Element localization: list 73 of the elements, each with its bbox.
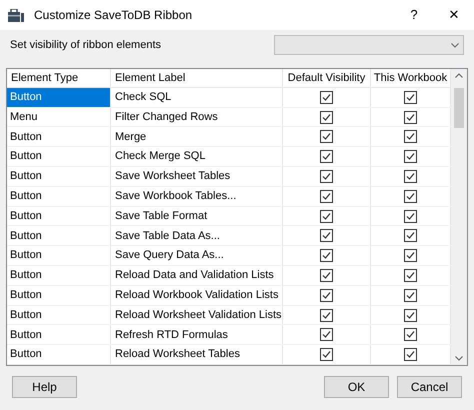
- checkbox[interactable]: [404, 249, 417, 262]
- table-cell[interactable]: Button: [7, 286, 111, 305]
- scroll-up-icon[interactable]: [455, 73, 463, 78]
- table-cell-text: Save Table Format: [115, 208, 208, 224]
- table-cell[interactable]: Button: [7, 345, 111, 364]
- checkbox[interactable]: [404, 190, 417, 203]
- help-title-button[interactable]: ?: [402, 5, 426, 25]
- chevron-down-icon: [451, 42, 459, 48]
- dialog-button[interactable]: OK: [324, 376, 389, 398]
- column-header[interactable]: Element Type: [11, 70, 78, 86]
- table-cell[interactable]: Button: [7, 88, 111, 107]
- close-button[interactable]: ✕: [434, 5, 474, 25]
- table-cell-text: Reload Data and Validation Lists: [115, 268, 274, 284]
- checkbox[interactable]: [404, 150, 417, 164]
- visibility-label: Set visibility of ribbon elements: [10, 38, 162, 53]
- checkbox[interactable]: [404, 348, 417, 362]
- table-cell-text: Save Query Data As...: [115, 248, 224, 264]
- column-header[interactable]: Element Label: [115, 70, 186, 86]
- checkbox[interactable]: [320, 210, 333, 223]
- dialog-button[interactable]: Help: [12, 376, 77, 398]
- table-cell[interactable]: Button: [7, 306, 111, 324]
- checkbox[interactable]: [320, 130, 333, 144]
- column-header[interactable]: This Workbook: [374, 70, 448, 86]
- scroll-thumb[interactable]: [454, 88, 464, 128]
- table-cell[interactable]: Button: [7, 147, 111, 166]
- table-cell[interactable]: Button: [7, 206, 111, 226]
- column-header[interactable]: Default Visibility: [288, 70, 366, 86]
- checkbox[interactable]: [320, 190, 333, 203]
- checkbox[interactable]: [320, 170, 333, 183]
- checkbox[interactable]: [320, 150, 333, 164]
- checkbox[interactable]: [404, 308, 417, 322]
- table-cell-text: Save Table Data As...: [115, 228, 220, 244]
- table-cell[interactable]: Button: [7, 167, 111, 186]
- checkbox[interactable]: [404, 110, 417, 124]
- dialog-button[interactable]: Cancel: [397, 376, 462, 398]
- checkbox[interactable]: [404, 130, 417, 144]
- table-cell-text: Filter Changed Rows: [115, 110, 218, 125]
- toolbox-icon: [8, 8, 24, 22]
- checkbox[interactable]: [320, 268, 333, 282]
- checkbox[interactable]: [404, 229, 417, 242]
- checkbox[interactable]: [320, 90, 333, 104]
- table-cell-text: Reload Worksheet Tables: [115, 347, 240, 362]
- checkbox[interactable]: [404, 288, 417, 302]
- table-cell-text: Reload Workbook Validation Lists: [115, 288, 278, 303]
- checkbox[interactable]: [320, 229, 333, 242]
- checkbox[interactable]: [320, 308, 333, 322]
- checkbox[interactable]: [320, 288, 333, 302]
- checkbox[interactable]: [404, 90, 417, 104]
- table-cell[interactable]: Button: [7, 226, 111, 246]
- table-cell-text: Save Worksheet Tables: [115, 169, 230, 184]
- window-title: Customize SaveToDB Ribbon: [34, 7, 192, 24]
- checkbox[interactable]: [404, 170, 417, 183]
- scroll-down-icon[interactable]: [455, 356, 463, 361]
- table-cell-text: Reload Worksheet Validation Lists: [115, 308, 282, 323]
- table-cell[interactable]: Button: [7, 325, 111, 344]
- checkbox[interactable]: [404, 268, 417, 282]
- checkbox[interactable]: [320, 348, 333, 362]
- checkbox[interactable]: [320, 249, 333, 262]
- table-cell[interactable]: Menu: [7, 108, 111, 126]
- table-cell-text: Save Workbook Tables...: [115, 188, 236, 204]
- table-cell-text: Refresh RTD Formulas: [115, 328, 228, 343]
- table-cell-text: Check Merge SQL: [115, 149, 206, 164]
- table-cell-text: Check SQL: [115, 90, 172, 105]
- checkbox[interactable]: [404, 328, 417, 342]
- checkbox[interactable]: [320, 110, 333, 124]
- scrollbar[interactable]: [451, 69, 467, 365]
- table-cell[interactable]: Button: [7, 186, 111, 206]
- table-cell[interactable]: Button: [7, 266, 111, 285]
- checkbox[interactable]: [320, 328, 333, 342]
- table-cell[interactable]: Button: [7, 127, 111, 146]
- checkbox[interactable]: [404, 210, 417, 223]
- table-cell[interactable]: Button: [7, 246, 111, 266]
- table-cell-text: Merge: [115, 130, 146, 145]
